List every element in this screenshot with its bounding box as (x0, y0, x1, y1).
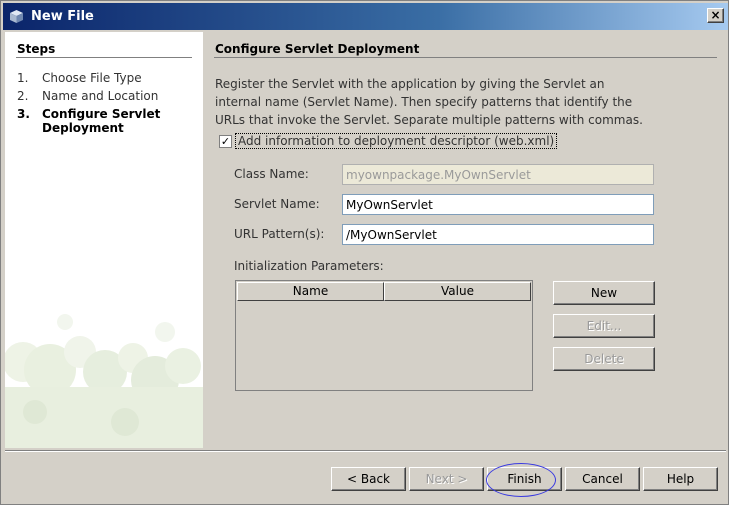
new-param-button[interactable]: New (553, 281, 655, 305)
content-panel: Configure Servlet Deployment Register th… (203, 32, 726, 448)
deployment-descriptor-label[interactable]: Add information to deployment descriptor… (235, 133, 558, 149)
footer-separator (5, 450, 726, 452)
init-params-label: Initialization Parameters: (234, 259, 384, 273)
column-header-value[interactable]: Value (384, 282, 531, 301)
delete-param-button[interactable]: Delete (553, 347, 655, 371)
class-name-field (342, 164, 654, 185)
init-params-table[interactable]: Name Value (235, 280, 533, 391)
step-label: Configure Servlet (42, 107, 161, 121)
step-choose-file-type: 1. Choose File Type (17, 71, 142, 85)
step-label-line2: Deployment (42, 121, 124, 135)
close-button[interactable]: × (707, 8, 724, 23)
steps-panel: Steps 1. Choose File Type 2. Name and Loca… (5, 32, 203, 448)
decorative-bubbles (5, 314, 203, 448)
table-header: Name Value (237, 282, 531, 301)
url-pattern-field[interactable] (342, 224, 654, 245)
url-pattern-label: URL Pattern(s): (234, 227, 325, 241)
servlet-name-label: Servlet Name: (234, 197, 320, 211)
next-button[interactable]: Next > (409, 467, 484, 491)
steps-heading: Steps (17, 42, 56, 56)
servlet-name-field[interactable] (342, 194, 654, 215)
help-button[interactable]: Help (643, 467, 718, 491)
description-text: Register the Servlet with the applicatio… (215, 77, 643, 127)
step-number: 3. (17, 107, 30, 121)
content-divider (214, 57, 717, 58)
finish-button[interactable]: Finish (487, 467, 562, 491)
step-label: Name and Location (42, 89, 159, 103)
back-button[interactable]: < Back (331, 467, 406, 491)
step-label: Choose File Type (42, 71, 142, 85)
title-bar[interactable]: New File × (3, 3, 728, 30)
edit-param-button[interactable]: Edit... (553, 314, 655, 338)
step-name-and-location: 2. Name and Location (17, 89, 158, 103)
step-number: 2. (17, 89, 29, 103)
step-number: 1. (17, 71, 29, 85)
steps-divider (16, 57, 192, 58)
new-file-dialog: New File × Steps 1. Choose File Type 2. Na… (0, 0, 729, 505)
class-name-label: Class Name: (234, 167, 309, 181)
cube-icon (10, 10, 23, 23)
step-configure-servlet-deployment: 3. Configure Servlet Deployment (17, 107, 160, 135)
deployment-descriptor-checkbox[interactable]: ✓ (219, 135, 232, 148)
cancel-button[interactable]: Cancel (565, 467, 640, 491)
window-title: New File (31, 9, 94, 24)
column-header-name[interactable]: Name (237, 282, 384, 301)
page-title: Configure Servlet Deployment (215, 42, 420, 56)
